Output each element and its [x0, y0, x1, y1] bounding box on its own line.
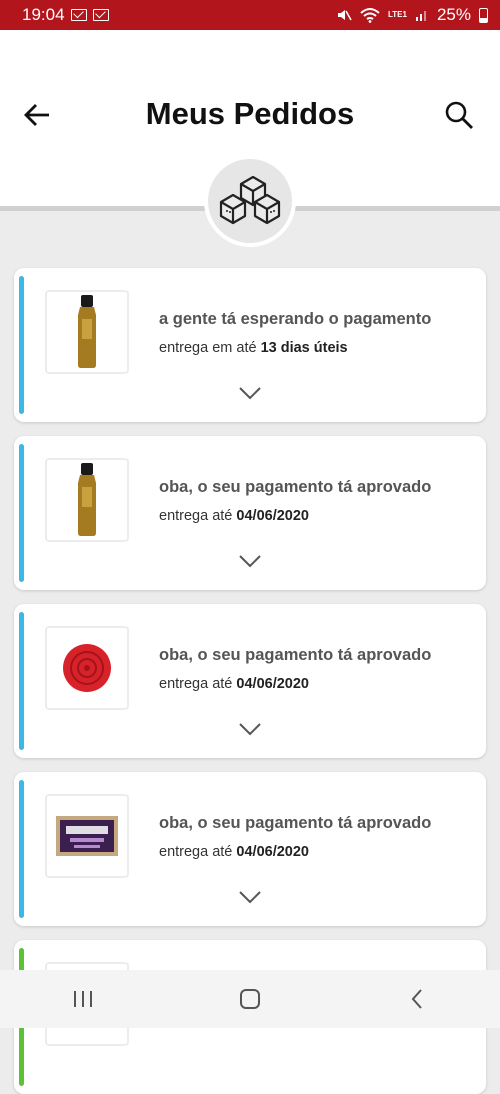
- order-delivery: entrega até 04/06/2020: [159, 508, 309, 524]
- order-status: oba, o seu pagamento tá aprovado: [159, 478, 432, 496]
- mail-icon: [92, 9, 109, 21]
- chevron-down-icon: [239, 891, 261, 904]
- network-label: LTE1: [388, 10, 407, 19]
- order-delivery: entrega até 04/06/2020: [159, 676, 309, 692]
- delivery-value: 04/06/2020: [236, 844, 309, 860]
- recent-apps-button[interactable]: [53, 979, 113, 1019]
- delivery-prefix: entrega até: [159, 508, 233, 524]
- product-thumbnail: [45, 458, 129, 542]
- status-time: 19:04: [22, 5, 65, 24]
- orders-emblem: [204, 155, 296, 247]
- search-icon: [445, 101, 473, 129]
- order-status: a gente tá esperando o pagamento: [159, 310, 432, 328]
- delivery-value: 04/06/2020: [236, 508, 309, 524]
- delivery-prefix: entrega até: [159, 676, 233, 692]
- expand-button[interactable]: [238, 386, 262, 400]
- order-card[interactable]: oba, o seu pagamento tá aprovado entrega…: [14, 436, 486, 590]
- delivery-value: 13 dias úteis: [260, 340, 348, 356]
- chevron-down-icon: [239, 723, 261, 736]
- chevron-down-icon: [239, 387, 261, 400]
- red-soap-icon: [63, 644, 111, 692]
- product-thumbnail: [45, 626, 129, 710]
- home-button[interactable]: [220, 979, 280, 1019]
- order-status: oba, o seu pagamento tá aprovado: [159, 646, 432, 664]
- status-accent-bar: [19, 276, 24, 414]
- status-bar: 19:04 LTE1 25%: [0, 0, 500, 30]
- battery-icon: [479, 7, 488, 23]
- delivery-prefix: entrega até: [159, 844, 233, 860]
- order-card[interactable]: oba, o seu pagamento tá aprovado entrega…: [14, 772, 486, 926]
- delivery-value: 04/06/2020: [236, 676, 309, 692]
- shampoo-bottle-icon: [78, 295, 96, 368]
- back-icon: [411, 989, 422, 1009]
- wifi-icon: [360, 8, 380, 23]
- order-delivery: entrega até 04/06/2020: [159, 844, 309, 860]
- order-status: oba, o seu pagamento tá aprovado: [159, 814, 432, 832]
- system-nav-bar: [0, 970, 500, 1028]
- signal-icon: [415, 11, 426, 21]
- expand-button[interactable]: [238, 890, 262, 904]
- recent-apps-icon: [74, 991, 93, 1007]
- battery-percent: 25%: [436, 5, 471, 24]
- delivery-prefix: entrega em até: [159, 340, 257, 356]
- expand-button[interactable]: [238, 554, 262, 568]
- search-button[interactable]: [442, 98, 476, 132]
- chevron-down-icon: [239, 555, 261, 568]
- status-accent-bar: [19, 444, 24, 582]
- soap-bar-package-icon: [56, 816, 118, 856]
- product-thumbnail: [45, 290, 129, 374]
- status-accent-bar: [19, 780, 24, 918]
- page-title: Meus Pedidos: [145, 96, 355, 131]
- boxes-icon: [219, 175, 281, 225]
- system-back-button[interactable]: [387, 979, 447, 1019]
- status-accent-bar: [19, 612, 24, 750]
- shampoo-bottle-icon: [78, 463, 96, 536]
- mute-icon: [338, 10, 352, 21]
- expand-button[interactable]: [238, 722, 262, 736]
- home-icon: [239, 989, 260, 1009]
- mail-icon: [70, 9, 87, 21]
- order-delivery: entrega em até 13 dias úteis: [159, 340, 348, 356]
- order-card[interactable]: a gente tá esperando o pagamento entrega…: [14, 268, 486, 422]
- order-card[interactable]: oba, o seu pagamento tá aprovado entrega…: [14, 604, 486, 758]
- product-thumbnail: [45, 794, 129, 878]
